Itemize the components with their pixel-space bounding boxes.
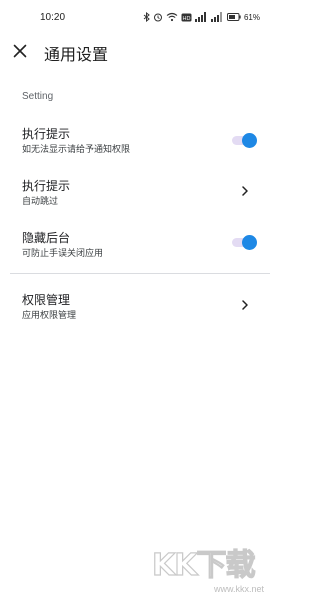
setting-title: 执行提示 (22, 127, 71, 141)
section-divider (10, 273, 270, 274)
app-header: 通用设置 (0, 34, 270, 68)
setting-subtitle: 应用权限管理 (22, 311, 77, 321)
setting-title: 执行提示 (22, 179, 71, 193)
status-bar: 10:20 HD 61% (0, 0, 270, 34)
watermark-url: www.kkx.net (213, 584, 264, 594)
section-label: Setting (22, 91, 54, 102)
setting-title: 隐藏后台 (22, 231, 71, 245)
setting-row-execution-tip[interactable]: 执行提示 如无法显示请给予通知权限 (0, 125, 270, 175)
hide-background-toggle[interactable] (230, 235, 257, 250)
setting-row-permissions[interactable]: 权限管理 应用权限管理 (0, 291, 270, 341)
alarm-icon (153, 13, 162, 22)
setting-title: 权限管理 (22, 293, 71, 307)
setting-subtitle: 自动跳过 (22, 197, 59, 207)
status-icons: HD 61% (143, 12, 260, 22)
chevron-right-icon (242, 300, 248, 310)
execution-tip-toggle[interactable] (230, 133, 257, 148)
settings-screen: 10:20 HD 61% 通用设置 Setting 执行提示 如无法显示请给予通… (0, 0, 270, 600)
battery-icon (226, 13, 241, 21)
page-title: 通用设置 (44, 45, 109, 64)
battery-percent: 61% (243, 12, 260, 22)
svg-text:HD: HD (183, 15, 191, 21)
setting-subtitle: 如无法显示请给予通知权限 (22, 145, 131, 155)
chevron-right-icon (242, 186, 248, 196)
status-time: 10:20 (40, 11, 66, 23)
toggle-knob (242, 133, 257, 148)
setting-row-auto-skip[interactable]: 执行提示 自动跳过 (0, 177, 270, 227)
svg-text:KK下载: KK下载 (152, 548, 255, 580)
toggle-knob (242, 235, 257, 250)
signal-icon-sim2 (210, 12, 222, 22)
kkx-watermark-logo: KK下载 (151, 547, 257, 580)
close-icon[interactable] (12, 43, 28, 59)
hd-icon: HD (181, 13, 192, 21)
setting-subtitle: 可防止手误关闭应用 (22, 249, 104, 259)
setting-row-hide-background[interactable]: 隐藏后台 可防止手误关闭应用 (0, 229, 270, 279)
bluetooth-icon (143, 12, 150, 22)
wifi-icon (166, 12, 178, 22)
signal-icon-sim1 (194, 12, 206, 22)
